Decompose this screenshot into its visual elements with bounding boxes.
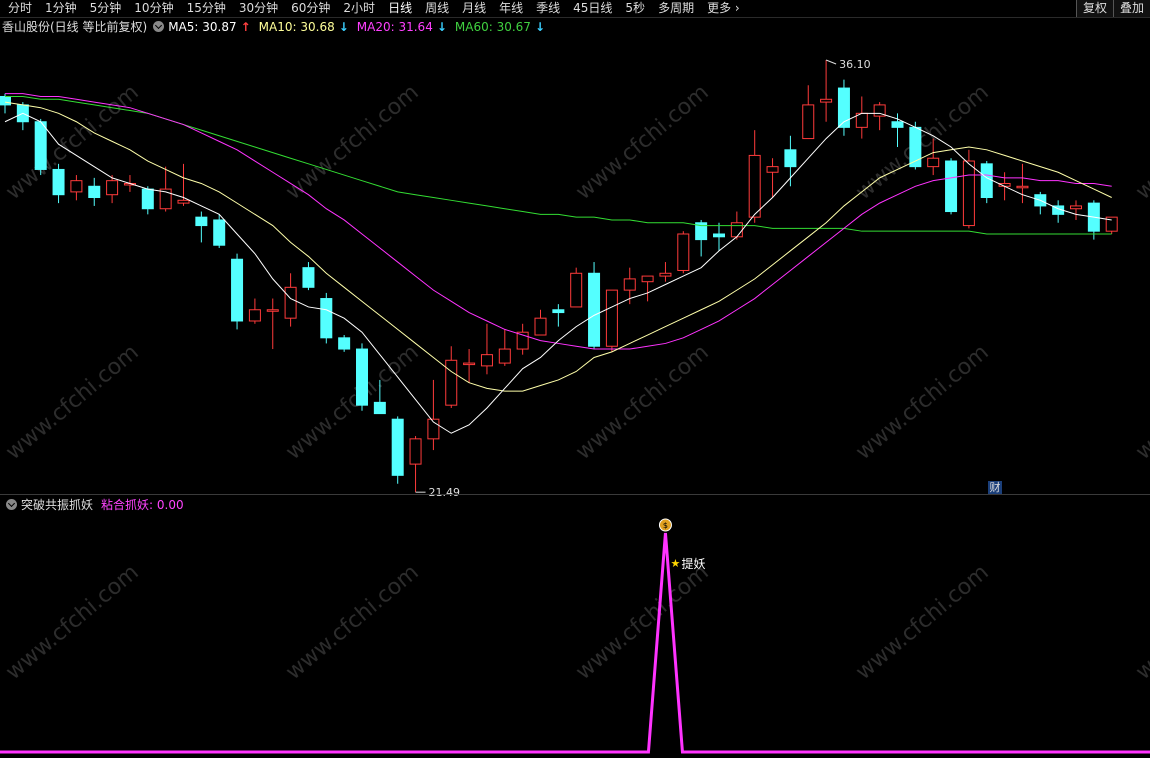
candle-up	[498, 348, 511, 364]
candle-down	[784, 149, 797, 168]
candle-up	[962, 160, 975, 227]
high-marker-line	[825, 59, 837, 65]
low-price-label: 21.49	[429, 486, 461, 499]
candle-up	[248, 309, 261, 322]
candle-up	[70, 180, 83, 193]
candle-up	[927, 157, 940, 168]
candle-down	[88, 185, 101, 199]
kline-chart[interactable]: 36.10 21.49 $ ★ 提妖	[0, 0, 1150, 758]
indicator-legend: 突破共振抓妖 粘合抓妖: 0.00	[0, 496, 184, 513]
indicator-name: 突破共振抓妖	[21, 498, 94, 512]
candle-up	[266, 309, 279, 312]
candle-down	[141, 188, 154, 210]
candle-up	[641, 275, 654, 283]
candle-up	[820, 98, 833, 103]
candle-up	[1016, 185, 1029, 189]
candle-up	[766, 166, 779, 173]
signal-label: 提妖	[681, 556, 705, 571]
candle-down	[52, 168, 65, 196]
finance-badge[interactable]: 财	[988, 481, 1002, 494]
candle-down	[713, 233, 725, 238]
candle-down	[213, 219, 226, 246]
candle-up	[409, 438, 422, 465]
pane-divider[interactable]	[0, 494, 1150, 495]
candle-up	[463, 362, 476, 366]
candle-down	[552, 309, 565, 314]
candle-up	[480, 354, 493, 367]
candle-up	[445, 359, 458, 406]
chevron-down-icon[interactable]	[6, 499, 17, 510]
candle-up	[106, 180, 119, 196]
candle-down	[891, 121, 904, 128]
candle-down	[356, 348, 368, 406]
candle-down	[338, 337, 351, 350]
candle-up	[748, 154, 761, 218]
candle-up	[570, 272, 583, 308]
candle-up	[802, 104, 815, 140]
high-price-label: 36.10	[839, 58, 871, 71]
candle-up	[605, 289, 618, 347]
indicator-value: 粘合抓妖: 0.00	[101, 498, 184, 512]
candle-up	[1070, 205, 1082, 210]
indicator-line	[0, 532, 1150, 754]
candle-up	[177, 199, 190, 204]
candle-down	[588, 272, 601, 347]
candle-up	[677, 233, 690, 271]
candle-down	[373, 401, 386, 415]
candle-down	[945, 160, 958, 213]
candle-down	[302, 267, 315, 288]
ma10-line	[4, 101, 1112, 392]
candle-down	[34, 121, 47, 170]
candle-down	[391, 418, 404, 476]
candle-down	[320, 298, 333, 339]
candle-down	[0, 95, 11, 106]
candle-up	[659, 272, 672, 277]
candle-up	[284, 286, 297, 319]
star-icon: ★	[670, 557, 680, 570]
candle-down	[195, 216, 208, 227]
candle-up	[623, 278, 636, 291]
candle-down	[231, 258, 244, 322]
money-bag-icon-glyph: $	[663, 521, 668, 530]
candle-up	[730, 222, 743, 238]
candle-down	[980, 163, 993, 199]
candle-up	[534, 317, 547, 336]
